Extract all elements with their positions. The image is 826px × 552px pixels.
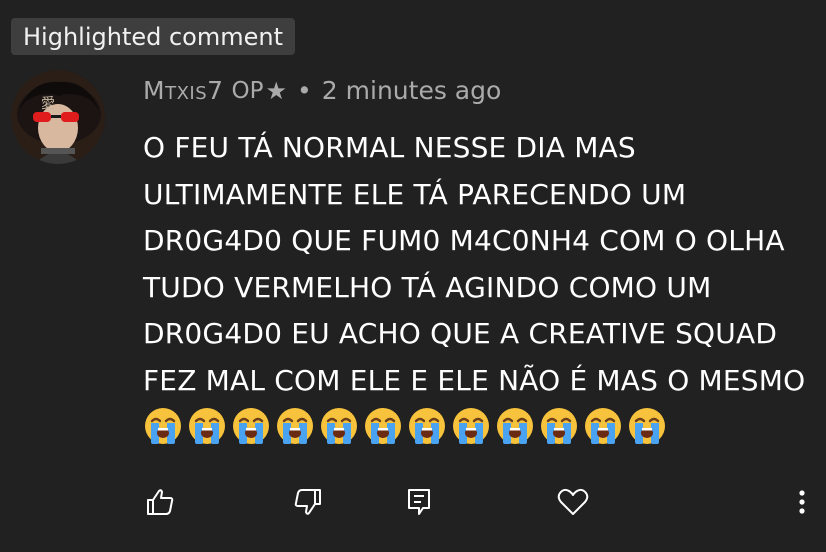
highlighted-comment-badge: Highlighted comment bbox=[11, 18, 296, 55]
loudly-crying-face-emoji bbox=[321, 408, 357, 444]
timestamp: 2 minutes ago bbox=[321, 76, 502, 105]
loudly-crying-face-emoji bbox=[409, 408, 445, 444]
loudly-crying-face-emoji bbox=[629, 408, 665, 444]
like-button[interactable] bbox=[140, 482, 180, 522]
star-icon: ★ bbox=[265, 76, 288, 105]
action-bar bbox=[0, 470, 826, 534]
loudly-crying-face-emoji bbox=[365, 408, 401, 444]
emoji-row bbox=[143, 408, 671, 444]
author-name[interactable]: Mtxis7 bbox=[143, 76, 224, 105]
avatar-image: 愛 bbox=[11, 70, 105, 164]
dislike-button[interactable] bbox=[288, 482, 328, 522]
svg-text:愛: 愛 bbox=[41, 96, 55, 112]
op-label: OP bbox=[231, 77, 264, 104]
avatar[interactable]: 愛 bbox=[11, 70, 105, 164]
reply-icon bbox=[408, 489, 430, 515]
loudly-crying-face-emoji bbox=[585, 408, 621, 444]
comment-meta: Mtxis7 OP ★ • 2 minutes ago bbox=[143, 76, 501, 105]
more-options-button[interactable] bbox=[782, 482, 822, 522]
heart-icon bbox=[557, 488, 589, 515]
more-vertical-icon bbox=[799, 490, 805, 514]
loudly-crying-face-emoji bbox=[189, 408, 225, 444]
loudly-crying-face-emoji bbox=[233, 408, 269, 444]
thumbs-down-icon bbox=[294, 489, 321, 515]
loudly-crying-face-emoji bbox=[277, 408, 313, 444]
loudly-crying-face-emoji bbox=[145, 408, 181, 444]
loudly-crying-face-emoji bbox=[497, 408, 533, 444]
separator-dot: • bbox=[297, 76, 312, 105]
thumbs-up-icon bbox=[147, 489, 174, 515]
loudly-crying-face-emoji bbox=[453, 408, 489, 444]
comment-body: O FEU TÁ NORMAL NESSE DIA MAS ULTIMAMENT… bbox=[143, 125, 813, 451]
comment-text: O FEU TÁ NORMAL NESSE DIA MAS ULTIMAMENT… bbox=[143, 131, 806, 397]
loudly-crying-face-emoji bbox=[541, 408, 577, 444]
reply-button[interactable] bbox=[399, 482, 439, 522]
heart-button[interactable] bbox=[553, 482, 593, 522]
